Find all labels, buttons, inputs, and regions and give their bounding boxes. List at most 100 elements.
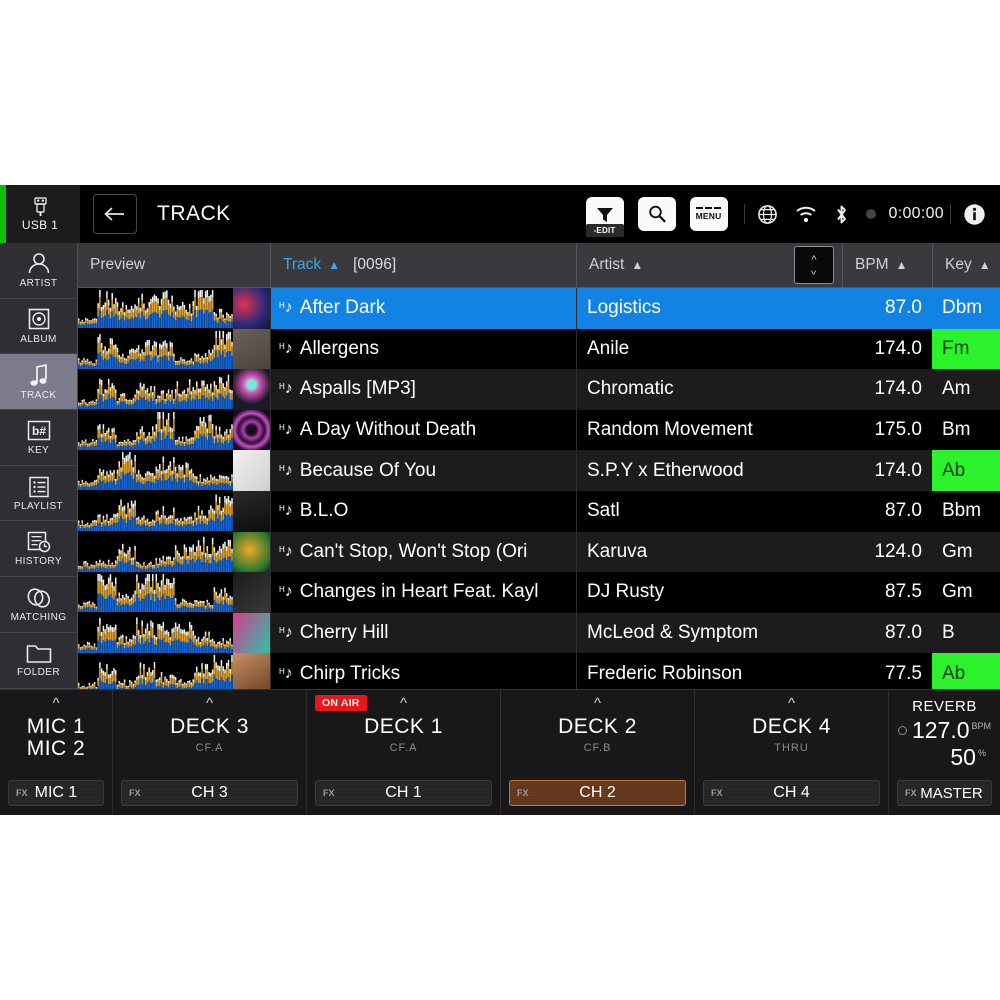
fx-assign-chip[interactable]: FX CH 3 bbox=[121, 780, 298, 806]
track-title-cell[interactable]: H ♪ Because Of You bbox=[270, 450, 576, 491]
track-bpm-cell[interactable]: 77.5 bbox=[842, 653, 932, 689]
column-header-preview[interactable]: Preview bbox=[78, 243, 270, 288]
chevron-up-icon[interactable]: ^ bbox=[52, 696, 59, 714]
track-title-cell[interactable]: H ♪ B.L.O bbox=[270, 490, 576, 532]
table-row[interactable]: H ♪ Cherry Hill McLeod & Symptom 87.0 B bbox=[78, 612, 1000, 654]
track-artist-cell[interactable]: Satl bbox=[576, 490, 842, 532]
fx-assign-chip[interactable]: FX CH 2 bbox=[509, 780, 686, 806]
chevron-up-icon[interactable]: ^ bbox=[594, 696, 601, 714]
track-bpm-cell[interactable]: 87.5 bbox=[842, 572, 932, 613]
track-artist-cell[interactable]: DJ Rusty bbox=[576, 572, 842, 613]
deck-panel-deck-3[interactable]: ^ DECK 3 CF.A FX CH 3 bbox=[113, 690, 307, 815]
deck-panel-deck-4[interactable]: ^ DECK 4 THRU FX CH 4 bbox=[695, 690, 889, 815]
track-rows-container[interactable]: H ♪ After Dark Logistics 87.0 Dbm H ♪ Alle… bbox=[78, 288, 1000, 689]
track-bpm-cell[interactable]: 174.0 bbox=[842, 329, 932, 370]
track-artist-cell[interactable]: Random Movement bbox=[576, 409, 842, 451]
sidebar-item-album[interactable]: ALBUM bbox=[0, 299, 77, 355]
track-key-cell[interactable]: Ab bbox=[932, 653, 1000, 689]
fx-assign-chip[interactable]: FX MIC 1 bbox=[8, 780, 104, 806]
fx-assign-chip[interactable]: FX CH 1 bbox=[315, 780, 492, 806]
track-preview-cell[interactable] bbox=[78, 490, 270, 532]
track-artist-cell[interactable]: S.P.Y x Etherwood bbox=[576, 450, 842, 491]
info-icon[interactable] bbox=[963, 203, 986, 226]
track-key-cell[interactable]: Fm bbox=[932, 328, 1000, 370]
track-title-cell[interactable]: H ♪ Can't Stop, Won't Stop (Ori bbox=[270, 531, 576, 573]
track-preview-cell[interactable] bbox=[78, 572, 270, 613]
track-key-cell[interactable]: B bbox=[932, 613, 1000, 654]
track-title-cell[interactable]: H ♪ Changes in Heart Feat. Kayl bbox=[270, 572, 576, 613]
fx-assign-chip[interactable]: FX CH 4 bbox=[703, 780, 880, 806]
column-header-key[interactable]: Key ▲ bbox=[932, 242, 1000, 288]
track-preview-cell[interactable] bbox=[78, 450, 270, 491]
track-key-cell[interactable]: Ab bbox=[932, 450, 1000, 491]
track-key-cell[interactable]: Bbm bbox=[932, 491, 1000, 532]
track-preview-cell[interactable] bbox=[78, 369, 270, 410]
sidebar-item-track[interactable]: TRACK bbox=[0, 354, 77, 411]
track-title-cell[interactable]: H ♪ Aspalls [MP3] bbox=[270, 369, 576, 410]
sidebar-item-key[interactable]: b# KEY bbox=[0, 410, 77, 466]
deck-panel-mic-1[interactable]: ^ MIC 1 MIC 2 FX MIC 1 bbox=[0, 690, 113, 815]
track-title-cell[interactable]: H ♪ Cherry Hill bbox=[270, 612, 576, 654]
fx-target-chip[interactable]: FX MASTER bbox=[897, 780, 992, 806]
table-row[interactable]: H ♪ Chirp Tricks Frederic Robinson 77.5 A… bbox=[78, 653, 1000, 689]
track-bpm-cell[interactable]: 87.0 bbox=[842, 491, 932, 532]
track-preview-cell[interactable] bbox=[78, 288, 270, 329]
table-row[interactable]: H ♪ After Dark Logistics 87.0 Dbm bbox=[78, 288, 1000, 329]
column-header-track[interactable]: Track ▲ [0096] bbox=[270, 242, 576, 288]
search-button[interactable] bbox=[637, 197, 676, 231]
table-row[interactable]: H ♪ Aspalls [MP3] Chromatic 174.0 Am bbox=[78, 369, 1000, 410]
track-artist-cell[interactable]: Chromatic bbox=[576, 369, 842, 410]
track-title-cell[interactable]: H ♪ A Day Without Death bbox=[270, 409, 576, 451]
wifi-icon[interactable] bbox=[795, 206, 817, 223]
track-bpm-cell[interactable]: 174.0 bbox=[842, 450, 932, 491]
track-artist-cell[interactable]: Anile bbox=[576, 328, 842, 370]
sidebar-item-artist[interactable]: ARTIST bbox=[0, 243, 77, 299]
track-title-cell[interactable]: H ♪ Allergens bbox=[270, 328, 576, 370]
track-bpm-cell[interactable]: 87.0 bbox=[842, 613, 932, 654]
chevron-up-icon[interactable]: ^ bbox=[206, 696, 213, 714]
track-key-cell[interactable]: Am bbox=[932, 369, 1000, 410]
table-row[interactable]: H ♪ Changes in Heart Feat. Kayl DJ Rusty … bbox=[78, 572, 1000, 613]
chevron-up-icon[interactable]: ^ bbox=[788, 696, 795, 714]
track-bpm-cell[interactable]: 124.0 bbox=[842, 532, 932, 573]
table-row[interactable]: H ♪ A Day Without Death Random Movement 1… bbox=[78, 409, 1000, 451]
usb-source-button[interactable]: USB 1 bbox=[0, 185, 80, 243]
track-artist-cell[interactable]: McLeod & Symptom bbox=[576, 612, 842, 654]
deck-panel-deck-1[interactable]: ON AIR ^ DECK 1 CF.A FX CH 1 bbox=[307, 690, 501, 815]
chevron-up-icon[interactable]: ^ bbox=[400, 696, 407, 714]
deck-panel-deck-2[interactable]: ^ DECK 2 CF.B FX CH 2 bbox=[501, 690, 695, 815]
globe-icon[interactable] bbox=[757, 204, 778, 225]
track-key-cell[interactable]: Bm bbox=[932, 410, 1000, 451]
sort-order-toggle-button[interactable]: ^ ^ bbox=[794, 245, 834, 284]
column-header-artist[interactable]: Artist ▲ ^ ^ bbox=[576, 242, 842, 288]
sidebar-item-matching[interactable]: MATCHING bbox=[0, 577, 77, 633]
table-row[interactable]: H ♪ Because Of You S.P.Y x Etherwood 174.… bbox=[78, 450, 1000, 491]
track-key-cell[interactable]: Gm bbox=[932, 572, 1000, 613]
track-artist-cell[interactable]: Logistics bbox=[576, 288, 842, 329]
sidebar-item-folder[interactable]: FOLDER bbox=[0, 633, 77, 689]
track-key-cell[interactable]: Gm bbox=[932, 532, 1000, 573]
track-title-cell[interactable]: H ♪ Chirp Tricks bbox=[270, 653, 576, 689]
filter-edit-button[interactable]: -EDIT bbox=[585, 197, 624, 237]
track-title-cell[interactable]: H ♪ After Dark bbox=[270, 288, 576, 329]
track-artist-cell[interactable]: Karuva bbox=[576, 531, 842, 573]
reverb-fx-panel[interactable]: REVERB 127.0 BPM 50 % FX MASTER bbox=[889, 690, 1000, 815]
track-preview-cell[interactable] bbox=[78, 328, 270, 370]
track-artist-cell[interactable]: Frederic Robinson bbox=[576, 653, 842, 689]
track-preview-cell[interactable] bbox=[78, 653, 270, 689]
sidebar-item-playlist[interactable]: PLAYLIST bbox=[0, 466, 77, 522]
track-bpm-cell[interactable]: 87.0 bbox=[842, 288, 932, 329]
track-bpm-cell[interactable]: 175.0 bbox=[842, 410, 932, 451]
column-header-bpm[interactable]: BPM ▲ bbox=[842, 242, 932, 288]
table-row[interactable]: H ♪ Allergens Anile 174.0 Fm bbox=[78, 328, 1000, 370]
menu-button[interactable]: MENU bbox=[689, 197, 728, 231]
track-preview-cell[interactable] bbox=[78, 531, 270, 573]
track-preview-cell[interactable] bbox=[78, 409, 270, 451]
back-button[interactable] bbox=[93, 194, 137, 234]
sidebar-item-history[interactable]: HISTORY bbox=[0, 521, 77, 578]
track-bpm-cell[interactable]: 174.0 bbox=[842, 369, 932, 410]
table-row[interactable]: H ♪ Can't Stop, Won't Stop (Ori Karuva 12… bbox=[78, 531, 1000, 573]
table-row[interactable]: H ♪ B.L.O Satl 87.0 Bbm bbox=[78, 490, 1000, 532]
bluetooth-icon[interactable] bbox=[834, 204, 849, 225]
track-preview-cell[interactable] bbox=[78, 612, 270, 654]
